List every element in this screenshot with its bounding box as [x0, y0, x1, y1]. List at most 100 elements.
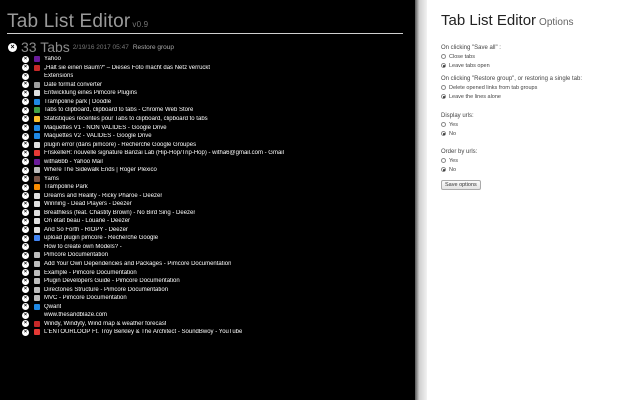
- tab-title-link[interactable]: Maquettes V1 - NON VALIDES - Google Driv…: [44, 125, 167, 131]
- tab-title-link[interactable]: Yams: [44, 176, 59, 182]
- tab-title-link[interactable]: Dreams and Reality - Ricky Pharoe - Deez…: [44, 193, 162, 199]
- tab-close-icon[interactable]: ×: [22, 106, 29, 114]
- radio-button[interactable]: [441, 122, 446, 127]
- tab-close-icon[interactable]: ×: [22, 149, 29, 157]
- order-urls-option[interactable]: Yes: [441, 157, 640, 164]
- restore-option[interactable]: Delete opened links from tab groups: [441, 84, 640, 91]
- tab-favicon-icon: [34, 107, 40, 114]
- radio-button[interactable]: [441, 85, 446, 90]
- restore-group-link[interactable]: Restore group: [133, 44, 174, 51]
- tab-close-icon[interactable]: ×: [22, 243, 29, 251]
- tab-title-link[interactable]: Statistiques récentes pour Tabs to clipb…: [44, 116, 208, 122]
- tab-close-icon[interactable]: ×: [22, 166, 29, 174]
- tab-close-icon[interactable]: ×: [22, 260, 29, 268]
- radio-button[interactable]: [441, 54, 446, 59]
- tab-title-link[interactable]: plugin error (dans pimcore) - Recherche …: [44, 142, 196, 148]
- tab-row: × Example - Pimcore Documentation: [22, 268, 412, 277]
- tab-title-link[interactable]: Windy, Windyty, Wind map & weather forec…: [44, 321, 166, 327]
- tab-close-icon[interactable]: ×: [22, 226, 29, 234]
- tab-row: × Trampoline Park: [22, 183, 412, 192]
- tab-close-icon[interactable]: ×: [22, 175, 29, 183]
- tab-row: × Directories Structure - Pimcore Documen…: [22, 285, 412, 294]
- tab-title-link[interactable]: Trampoline park | Doodle: [44, 99, 111, 105]
- tab-title-link[interactable]: And So Forth - RIOPY - Deezer: [44, 227, 128, 233]
- tab-title-link[interactable]: MVC - Pimcore Documentation: [44, 295, 127, 301]
- order-urls-option[interactable]: No: [441, 166, 640, 173]
- tab-title-link[interactable]: Yahoo: [44, 56, 61, 62]
- tab-close-icon[interactable]: ×: [22, 55, 29, 63]
- display-urls-option[interactable]: No: [441, 130, 640, 137]
- tab-title-link[interactable]: Trampoline Park: [44, 184, 88, 190]
- tab-title-link[interactable]: www.thesandblaze.com: [44, 312, 107, 318]
- group-date: 2/19/16 2017 05:47: [72, 43, 129, 51]
- tab-close-icon[interactable]: ×: [22, 132, 29, 140]
- tab-title-link[interactable]: How to create own Models? -: [44, 244, 122, 250]
- tab-title-link[interactable]: witha6bb - Yahoo Mail: [44, 159, 103, 165]
- tab-close-icon[interactable]: ×: [22, 269, 29, 277]
- tab-title-link[interactable]: Add Your Own Dependencies and Packages -…: [44, 261, 231, 267]
- tab-title-link[interactable]: Directories Structure - Pimcore Document…: [44, 287, 168, 293]
- tab-close-icon[interactable]: ×: [22, 192, 29, 200]
- tab-close-icon[interactable]: ×: [22, 183, 29, 191]
- tab-title-link[interactable]: Winning - Dead Players - Deezer: [44, 201, 132, 207]
- tab-favicon-icon: [34, 295, 40, 302]
- tab-title-link[interactable]: upload plugin pimcore - Recherche Google: [44, 235, 158, 241]
- radio-button[interactable]: [441, 167, 446, 172]
- tab-title-link[interactable]: Plugin Developers Guide - Pimcore Docume…: [44, 278, 180, 284]
- tab-title-link[interactable]: „Hält sie einen Baum?“ – Dieses Foto mac…: [44, 65, 210, 71]
- restore-option[interactable]: Leave the lines alone: [441, 93, 640, 100]
- tab-close-icon[interactable]: ×: [22, 311, 29, 319]
- tab-close-icon[interactable]: ×: [22, 320, 29, 328]
- tab-close-icon[interactable]: ×: [22, 303, 29, 311]
- tab-favicon-icon: [34, 81, 40, 88]
- tab-close-icon[interactable]: ×: [22, 124, 29, 132]
- tab-close-icon[interactable]: ×: [22, 209, 29, 217]
- tab-title-link[interactable]: Tabs to clipboard, clipboard to tabs - C…: [44, 107, 193, 113]
- tab-close-icon[interactable]: ×: [22, 234, 29, 242]
- tab-title-link[interactable]: Example - Pimcore Documentation: [44, 270, 137, 276]
- tab-title-link[interactable]: FriskelleR: nouvelle signature Banzai La…: [44, 150, 284, 156]
- display-urls-option[interactable]: Yes: [441, 121, 640, 128]
- tab-close-icon[interactable]: ×: [22, 328, 29, 336]
- tab-close-icon[interactable]: ×: [22, 115, 29, 123]
- tab-favicon-icon: [34, 286, 40, 293]
- tab-favicon-icon: [34, 244, 40, 250]
- radio-button[interactable]: [441, 158, 446, 163]
- tab-close-icon[interactable]: ×: [22, 200, 29, 208]
- tab-close-icon[interactable]: ×: [22, 72, 29, 80]
- tab-close-icon[interactable]: ×: [22, 64, 29, 72]
- tab-title-link[interactable]: L'ENTOURLOOP Ft. Troy Berkley & The Arch…: [44, 329, 242, 335]
- tab-close-icon[interactable]: ×: [22, 141, 29, 149]
- tab-title-link[interactable]: On était beau - Louane - Deezer: [44, 218, 130, 224]
- tab-close-icon[interactable]: ×: [22, 286, 29, 294]
- tab-title-link[interactable]: Pimcore Documentation: [44, 252, 108, 258]
- tab-row: × Qwant: [22, 302, 412, 311]
- tab-favicon-icon: [34, 192, 40, 199]
- tab-close-icon[interactable]: ×: [22, 277, 29, 285]
- tab-close-icon[interactable]: ×: [22, 89, 29, 97]
- save-all-option[interactable]: Leave tabs open: [441, 62, 640, 69]
- tab-favicon-icon: [34, 115, 40, 122]
- group-tab-count: 33 Tabs: [21, 39, 70, 55]
- save-options-button[interactable]: Save options: [441, 180, 481, 190]
- tab-close-icon[interactable]: ×: [22, 294, 29, 302]
- tab-title-link[interactable]: Qwant: [44, 304, 61, 310]
- tab-title-link[interactable]: Maquettes V2 - VALIDES - Google Drive: [44, 133, 152, 139]
- tab-title-link[interactable]: Breathless (feat. Chastity Brown) - No B…: [44, 210, 195, 216]
- tab-close-icon[interactable]: ×: [22, 98, 29, 106]
- tab-title-link[interactable]: Entwicklung eines Pimcore Plugins: [44, 90, 137, 96]
- group-close-icon[interactable]: ×: [8, 42, 17, 52]
- tab-close-icon[interactable]: ×: [22, 81, 29, 89]
- tab-title-link[interactable]: Extensions: [44, 73, 73, 79]
- radio-button[interactable]: [441, 131, 446, 136]
- radio-button[interactable]: [441, 94, 446, 99]
- tab-favicon-icon: [34, 90, 40, 97]
- tab-close-icon[interactable]: ×: [22, 158, 29, 166]
- tab-row: × upload plugin pimcore - Recherche Googl…: [22, 234, 412, 243]
- tab-close-icon[interactable]: ×: [22, 217, 29, 225]
- tab-close-icon[interactable]: ×: [22, 251, 29, 259]
- tab-title-link[interactable]: Date format converter: [44, 82, 102, 88]
- radio-button[interactable]: [441, 63, 446, 68]
- save-all-option[interactable]: Close tabs: [441, 53, 640, 60]
- tab-title-link[interactable]: Where The Sidewalk Ends | Roger Plexico: [44, 167, 157, 173]
